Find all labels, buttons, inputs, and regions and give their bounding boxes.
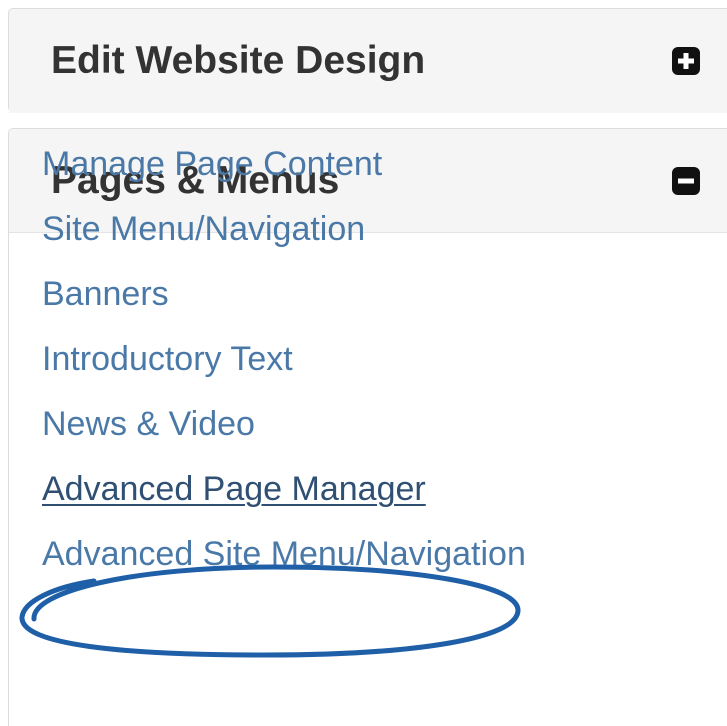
plus-square-icon[interactable]	[671, 46, 701, 76]
list-item: Advanced Site Menu/Navigation	[42, 522, 526, 587]
panel-edit-website-design: Edit Website Design	[8, 8, 727, 113]
advanced-page-manager-link[interactable]: Advanced Page Manager	[42, 470, 426, 508]
list-item: News & Video	[42, 392, 526, 457]
list-item: Site Menu/Navigation	[42, 197, 526, 262]
admin-sidebar: Edit Website Design Pages & Menus Manage…	[0, 0, 727, 726]
list-item: Banners	[42, 262, 526, 327]
manage-page-content-link[interactable]: Manage Page Content	[42, 145, 382, 183]
introductory-text-link[interactable]: Introductory Text	[42, 340, 293, 378]
list-item: Introductory Text	[42, 327, 526, 392]
news-video-link[interactable]: News & Video	[42, 405, 255, 443]
list-item: Manage Page Content	[42, 132, 526, 197]
panel-title: Edit Website Design	[51, 39, 426, 82]
list-item: Advanced Page Manager	[42, 457, 526, 522]
banners-link[interactable]: Banners	[42, 275, 169, 313]
minus-square-icon[interactable]	[671, 166, 701, 196]
pages-menus-link-list: Manage Page Content Site Menu/Navigation…	[42, 132, 526, 587]
site-menu-navigation-link[interactable]: Site Menu/Navigation	[42, 210, 365, 248]
panel-heading-edit-website-design[interactable]: Edit Website Design	[9, 9, 727, 113]
advanced-site-menu-navigation-link[interactable]: Advanced Site Menu/Navigation	[42, 535, 526, 573]
